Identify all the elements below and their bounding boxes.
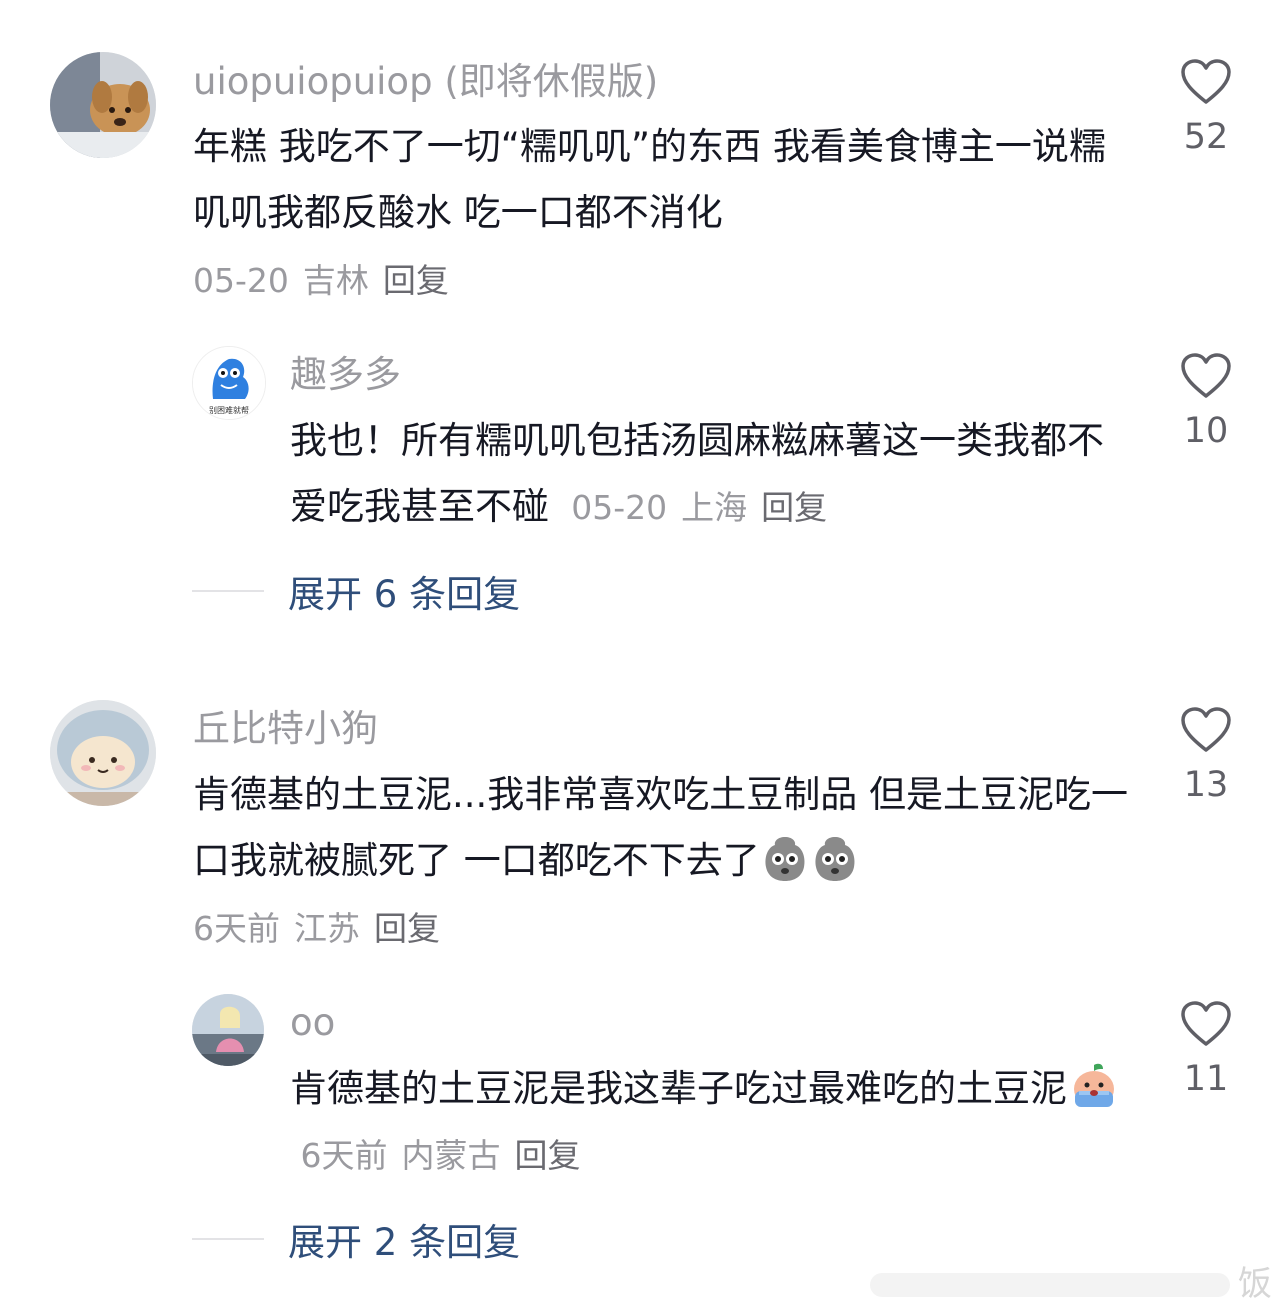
- comment-text-body-end: 泥: [1030, 1067, 1067, 1110]
- avatar[interactable]: 别困难就帮: [192, 346, 266, 420]
- heart-icon: [1181, 707, 1231, 752]
- avatar[interactable]: [50, 52, 156, 158]
- like-button[interactable]: 13: [1176, 706, 1236, 810]
- comment-text: 肯德基的土豆泥...我非常喜欢吃土豆制品 但是土豆泥吃一口我就被腻死了 一口都吃…: [193, 762, 1133, 894]
- comment-username[interactable]: 趣多多: [290, 350, 401, 400]
- reply-button[interactable]: 回复: [761, 488, 827, 527]
- girl-avatar-icon: [192, 994, 264, 1066]
- like-button[interactable]: 11: [1176, 1000, 1236, 1104]
- comment-username[interactable]: 丘比特小狗: [193, 704, 378, 754]
- like-count: 52: [1183, 117, 1229, 157]
- comment-location: 江苏: [294, 909, 360, 948]
- comment-text: 肯德基的土豆泥是我这辈子吃过最难吃的土豆泥 6天前 内蒙古 回复: [290, 1056, 1130, 1189]
- expand-replies-button[interactable]: 展开 6 条回复: [192, 566, 520, 616]
- comment-meta: 05-20 上海 回复: [561, 488, 841, 527]
- comment-date: 6天前: [193, 909, 280, 948]
- comment-username[interactable]: oo: [290, 998, 335, 1048]
- potato-emoji-icon: [765, 837, 805, 881]
- like-button[interactable]: 52: [1176, 58, 1236, 162]
- crying-peach-emoji-icon: [1074, 1063, 1114, 1107]
- comment-date: 05-20: [571, 488, 668, 527]
- heart-icon: [1181, 1001, 1231, 1046]
- like-count: 10: [1183, 411, 1229, 451]
- comment-username[interactable]: uiopuiopuiop (即将休假版): [193, 57, 658, 107]
- plush-avatar-icon: [50, 700, 156, 806]
- dog-avatar-icon: [50, 52, 156, 158]
- comment-text: 年糕 我吃不了一切“糯叽叽”的东西 我看美食博主一说糯叽叽我都反酸水 吃一口都不…: [193, 125, 1106, 234]
- comment-location: 吉林: [302, 261, 369, 300]
- avatar-caption: 别困难就帮: [209, 405, 249, 415]
- like-button[interactable]: 10: [1176, 352, 1236, 456]
- comment-date: 05-20: [193, 261, 289, 300]
- watermark: 饭: [1238, 1264, 1272, 1304]
- comment-location: 上海: [681, 488, 748, 527]
- reply-button[interactable]: 回复: [374, 909, 440, 948]
- comment-meta: 6天前 内蒙古 回复: [290, 1136, 595, 1175]
- avatar[interactable]: [192, 994, 264, 1066]
- comment-text-body: 肯德基的土豆泥是我这辈子吃过最难吃的土豆: [290, 1067, 1030, 1110]
- potato-emoji-icon: [815, 837, 855, 881]
- comment-text: 我也！所有糯叽叽包括汤圆麻糍麻薯这一类我都不爱吃我甚至不碰 05-20 上海 回复: [290, 408, 1110, 541]
- watermark-bar: [870, 1273, 1230, 1297]
- expand-replies-label[interactable]: 展开 6 条回复: [288, 564, 520, 618]
- comment-date: 6天前: [300, 1136, 388, 1175]
- blue-mascot-avatar-icon: 别困难就帮: [193, 347, 265, 419]
- divider: [192, 590, 264, 592]
- reply-button[interactable]: 回复: [383, 261, 449, 300]
- avatar[interactable]: [50, 700, 156, 806]
- comment-location: 内蒙古: [401, 1136, 501, 1175]
- expand-replies-label[interactable]: 展开 2 条回复: [288, 1212, 520, 1266]
- like-count: 11: [1183, 1059, 1229, 1099]
- comment-text-body: 肯德基的土豆泥...我非常喜欢吃土豆制品 但是土豆泥吃一口我就被腻死了 一口都吃…: [193, 773, 1129, 882]
- heart-icon: [1181, 353, 1231, 398]
- comment-meta: 6天前 江苏 回复: [193, 904, 454, 954]
- expand-replies-button[interactable]: 展开 2 条回复: [192, 1214, 520, 1264]
- divider: [192, 1238, 264, 1240]
- like-count: 13: [1183, 765, 1229, 805]
- reply-button[interactable]: 回复: [515, 1136, 581, 1175]
- heart-icon: [1181, 59, 1231, 104]
- comment-meta: 05-20 吉林 回复: [193, 256, 463, 306]
